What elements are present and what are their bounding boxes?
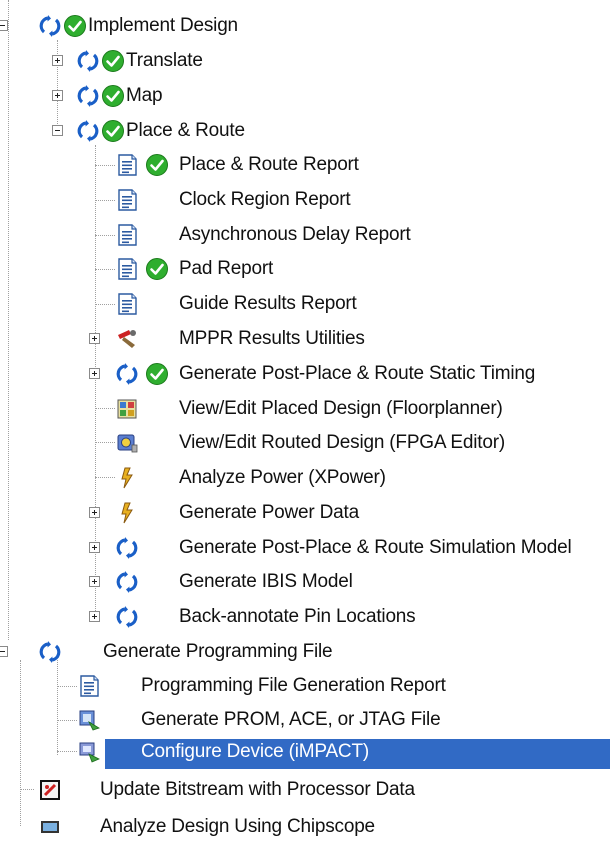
tree-item-generate-programming-file[interactable]: Generate Programming File: [0, 637, 610, 667]
check-icon: [101, 49, 125, 73]
tree-item-label: Place & Route Report: [179, 154, 359, 175]
tree-item-label: Implement Design: [88, 15, 238, 36]
rerun-icon: [115, 536, 139, 560]
rerun-icon: [115, 605, 139, 629]
tree-item-label: Pad Report: [179, 258, 274, 279]
tree-item-guide-results-report[interactable]: Guide Results Report: [0, 289, 610, 319]
tree-item-generate-power-data[interactable]: Generate Power Data: [0, 498, 610, 528]
prom-file-icon: [77, 708, 101, 732]
tree-item-implement-design[interactable]: Implement Design: [0, 11, 610, 41]
tree-item-mppr-results-utilities[interactable]: MPPR Results Utilities: [0, 324, 610, 354]
tree-item-back-annotate-pin-locations[interactable]: Back-annotate Pin Locations: [0, 602, 610, 632]
rerun-icon: [115, 570, 139, 594]
tree-item-label: Generate IBIS Model: [179, 571, 353, 592]
collapse-toggle[interactable]: [0, 20, 8, 31]
report-icon: [115, 153, 139, 177]
rerun-icon: [76, 49, 100, 73]
rerun-icon: [76, 84, 100, 108]
expand-toggle[interactable]: [89, 576, 100, 587]
rerun-icon: [76, 119, 100, 143]
tree-item-place-route[interactable]: Place & Route: [0, 116, 610, 146]
check-icon: [145, 257, 169, 281]
tree-item-map[interactable]: Map: [0, 81, 610, 111]
tree-item-label: Asynchronous Delay Report: [179, 224, 411, 245]
report-icon: [115, 223, 139, 247]
check-icon: [63, 14, 87, 38]
rerun-icon: [38, 14, 62, 38]
tree-item-label: Generate Post-Place & Route Simulation M…: [179, 537, 572, 558]
tree-item-label: Generate Programming File: [103, 641, 333, 662]
tree-item-label: Place & Route: [126, 120, 245, 141]
tree-item-label: Translate: [126, 50, 203, 71]
chipscope-icon: [38, 815, 62, 839]
tree-item-label: MPPR Results Utilities: [179, 328, 365, 349]
tree-item-update-bitstream[interactable]: Update Bitstream with Processor Data: [0, 775, 610, 805]
rerun-icon: [38, 640, 62, 664]
expand-toggle[interactable]: [89, 507, 100, 518]
tree-item-async-delay-report[interactable]: Asynchronous Delay Report: [0, 220, 610, 250]
expand-toggle[interactable]: [89, 542, 100, 553]
tree-item-place-route-report[interactable]: Place & Route Report: [0, 150, 610, 180]
tree-item-configure-device[interactable]: Configure Device (iMPACT): [0, 737, 610, 769]
fpga-editor-icon: [115, 431, 139, 455]
floorplanner-icon: [115, 397, 139, 421]
tree-item-clock-region-report[interactable]: Clock Region Report: [0, 185, 610, 215]
tree-item-label: Update Bitstream with Processor Data: [100, 779, 415, 800]
tree-item-generate-prom-ace-jtag[interactable]: Generate PROM, ACE, or JTAG File: [0, 705, 610, 735]
check-icon: [101, 119, 125, 143]
configure-device-icon: [77, 740, 101, 764]
tree-item-programming-file-gen-report[interactable]: Programming File Generation Report: [0, 671, 610, 701]
tree-item-label: View/Edit Placed Design (Floorplanner): [179, 398, 503, 419]
tree-item-analyze-design-chipscope[interactable]: Analyze Design Using Chipscope: [0, 812, 610, 842]
expand-toggle[interactable]: [89, 368, 100, 379]
tree-item-label: Guide Results Report: [179, 293, 357, 314]
update-bitstream-icon: [38, 778, 62, 802]
collapse-toggle[interactable]: [52, 125, 63, 136]
tree-item-label: View/Edit Routed Design (FPGA Editor): [179, 432, 505, 453]
report-icon: [115, 188, 139, 212]
tools-icon: [115, 327, 139, 351]
tree-item-label: Back-annotate Pin Locations: [179, 606, 416, 627]
check-icon: [145, 362, 169, 386]
tree-item-analyze-power[interactable]: Analyze Power (XPower): [0, 463, 610, 493]
check-icon: [145, 153, 169, 177]
report-icon: [77, 674, 101, 698]
check-icon: [101, 84, 125, 108]
tree-item-label: Generate Post-Place & Route Static Timin…: [179, 363, 536, 384]
process-tree: Implement Design Translate Map Place & R…: [0, 0, 610, 837]
tree-item-gen-post-par-static-timing[interactable]: Generate Post-Place & Route Static Timin…: [0, 359, 610, 389]
expand-toggle[interactable]: [52, 90, 63, 101]
tree-item-label: Configure Device (iMPACT): [141, 741, 369, 762]
tree-item-label: Analyze Power (XPower): [179, 467, 386, 488]
tree-item-pad-report[interactable]: Pad Report: [0, 254, 610, 284]
tree-item-view-edit-placed-design[interactable]: View/Edit Placed Design (Floorplanner): [0, 394, 610, 424]
collapse-toggle[interactable]: [0, 646, 8, 657]
tree-item-label: Generate Power Data: [179, 502, 359, 523]
expand-toggle[interactable]: [89, 333, 100, 344]
tree-item-label: Map: [126, 85, 163, 106]
tree-item-label: Analyze Design Using Chipscope: [100, 816, 375, 837]
tree-item-generate-ibis-model[interactable]: Generate IBIS Model: [0, 567, 610, 597]
report-icon: [115, 292, 139, 316]
tree-item-gen-post-par-sim-model[interactable]: Generate Post-Place & Route Simulation M…: [0, 533, 610, 563]
power-icon: [115, 466, 139, 490]
tree-item-label: Clock Region Report: [179, 189, 351, 210]
expand-toggle[interactable]: [52, 55, 63, 66]
rerun-icon: [115, 362, 139, 386]
tree-item-view-edit-routed-design[interactable]: View/Edit Routed Design (FPGA Editor): [0, 428, 610, 458]
expand-toggle[interactable]: [89, 611, 100, 622]
tree-item-label: Programming File Generation Report: [141, 675, 446, 696]
report-icon: [115, 257, 139, 281]
tree-item-label: Generate PROM, ACE, or JTAG File: [141, 709, 441, 730]
power-icon: [115, 501, 139, 525]
tree-item-translate[interactable]: Translate: [0, 46, 610, 76]
